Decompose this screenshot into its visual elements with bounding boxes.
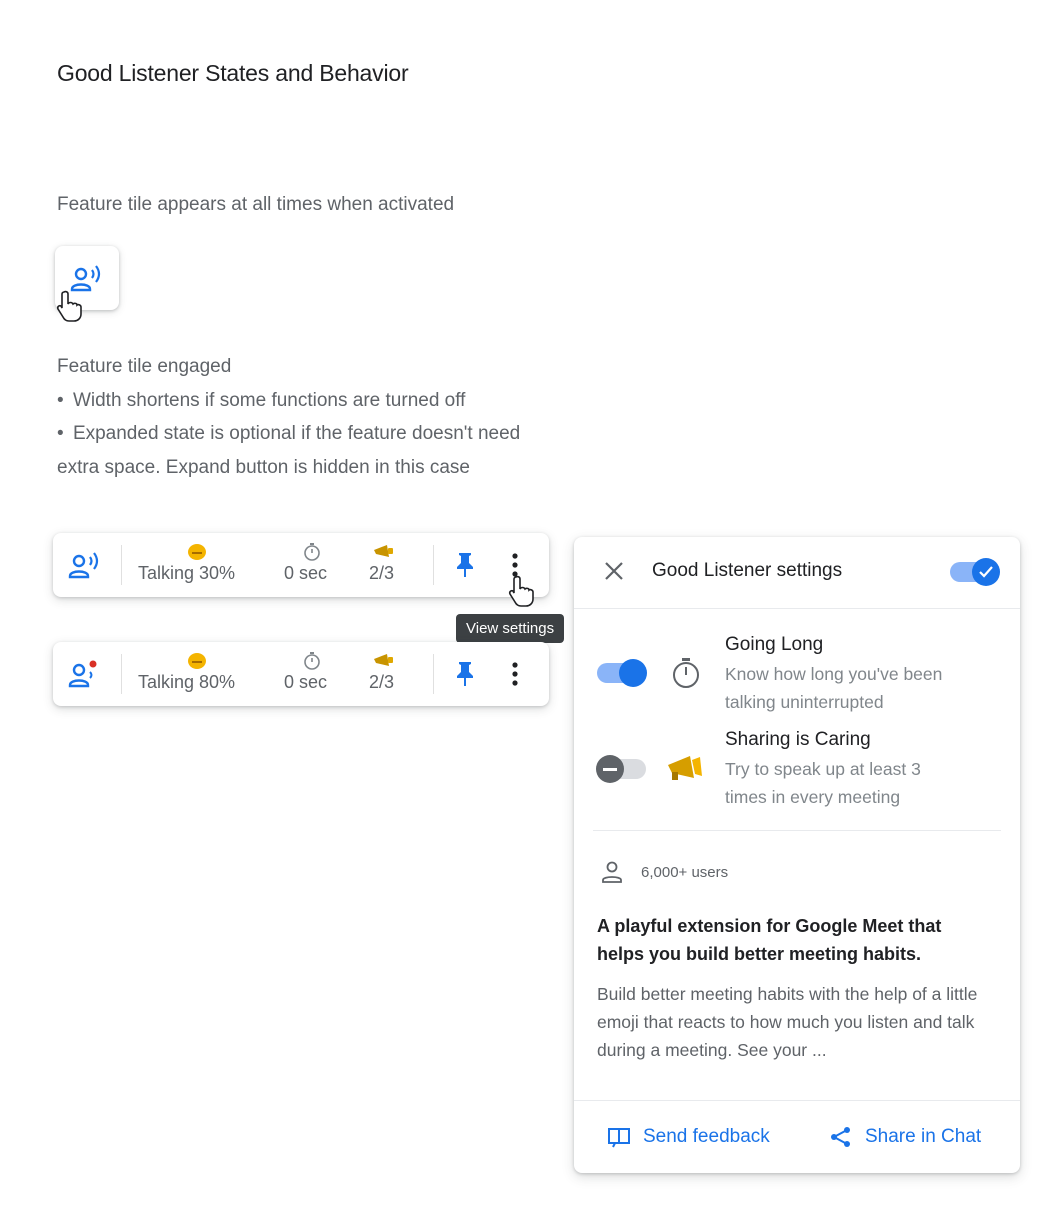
good-listener-icon[interactable]	[68, 549, 102, 581]
feature-desc: Know how long you've been	[725, 664, 943, 684]
sharing-is-caring-text: Sharing is Caring Try to speak up at lea…	[725, 729, 1005, 811]
going-long-toggle[interactable]	[597, 658, 649, 688]
talking-percentage: Talking 30%	[138, 563, 236, 583]
feature-title: Sharing is Caring	[725, 729, 871, 750]
more-options-icon[interactable]	[510, 661, 520, 687]
panel-divider	[593, 830, 1001, 831]
close-icon[interactable]	[603, 560, 625, 582]
stopwatch-icon	[304, 543, 320, 561]
megaphone-icon	[374, 654, 393, 666]
view-settings-tooltip: View settings	[456, 614, 565, 643]
emoji-face-icon	[188, 544, 206, 560]
engaged-tile-bar: Talking 80% 0 sec 2/3	[53, 642, 549, 706]
hand-cursor-icon	[508, 575, 534, 607]
talking-percentage: Talking 80%	[138, 672, 236, 692]
feature-desc: Try to speak up at least 3	[725, 759, 921, 779]
page-title: Good Listener States and Behavior	[57, 60, 409, 86]
engaged-bullet-2: Expanded state is optional if the featur…	[57, 417, 637, 451]
good-listener-alert-icon[interactable]	[68, 658, 102, 690]
engaged-bullet-1: Width shortens if some functions are tur…	[57, 384, 637, 418]
megaphone-icon	[668, 756, 702, 780]
engaged-bullet-2-continued: extra space. Expand button is hidden in …	[57, 456, 470, 478]
engaged-description: Feature tile engaged Width shortens if s…	[57, 350, 637, 484]
check-icon	[979, 566, 993, 578]
speak-up-count: 2/3	[369, 563, 395, 583]
divider	[121, 654, 122, 694]
talk-time: 0 sec	[284, 563, 328, 583]
feedback-icon	[608, 1128, 630, 1148]
settings-title: Good Listener settings	[652, 560, 843, 581]
stopwatch-icon	[673, 658, 699, 688]
feature-desc: times in every meeting	[725, 787, 901, 807]
pin-icon[interactable]	[454, 552, 476, 578]
send-feedback-label: Send feedback	[643, 1126, 770, 1147]
feature-title: Going Long	[725, 634, 824, 655]
caption-activated: Feature tile appears at all times when a…	[57, 194, 455, 215]
extension-description: Build better meeting habits with the hel…	[597, 984, 978, 1060]
user-count: 6,000+ users	[641, 864, 729, 881]
share-in-chat-label: Share in Chat	[865, 1126, 982, 1147]
divider	[121, 545, 122, 585]
pin-icon[interactable]	[454, 661, 476, 687]
master-toggle[interactable]	[948, 557, 1002, 587]
divider	[433, 545, 434, 585]
settings-panel	[574, 537, 1020, 1173]
extension-tagline: A playful extension for Google Meet that…	[597, 916, 942, 964]
engaged-heading: Feature tile engaged	[57, 356, 232, 377]
engaged-tile-bar: Talking 30% 0 sec 2/3	[53, 533, 549, 597]
person-icon	[602, 861, 622, 883]
stopwatch-icon	[304, 652, 320, 670]
sharing-is-caring-toggle[interactable]	[596, 754, 648, 784]
emoji-face-icon	[188, 653, 206, 669]
divider	[433, 654, 434, 694]
talk-time: 0 sec	[284, 672, 328, 692]
feature-desc: talking uninterrupted	[725, 692, 884, 712]
speak-up-count: 2/3	[369, 672, 395, 692]
megaphone-icon	[374, 545, 393, 557]
panel-divider	[574, 1100, 1020, 1101]
hand-cursor-icon	[56, 290, 82, 322]
going-long-text: Going Long Know how long you've been tal…	[725, 634, 1005, 716]
share-icon	[831, 1127, 850, 1147]
panel-divider	[574, 608, 1020, 609]
